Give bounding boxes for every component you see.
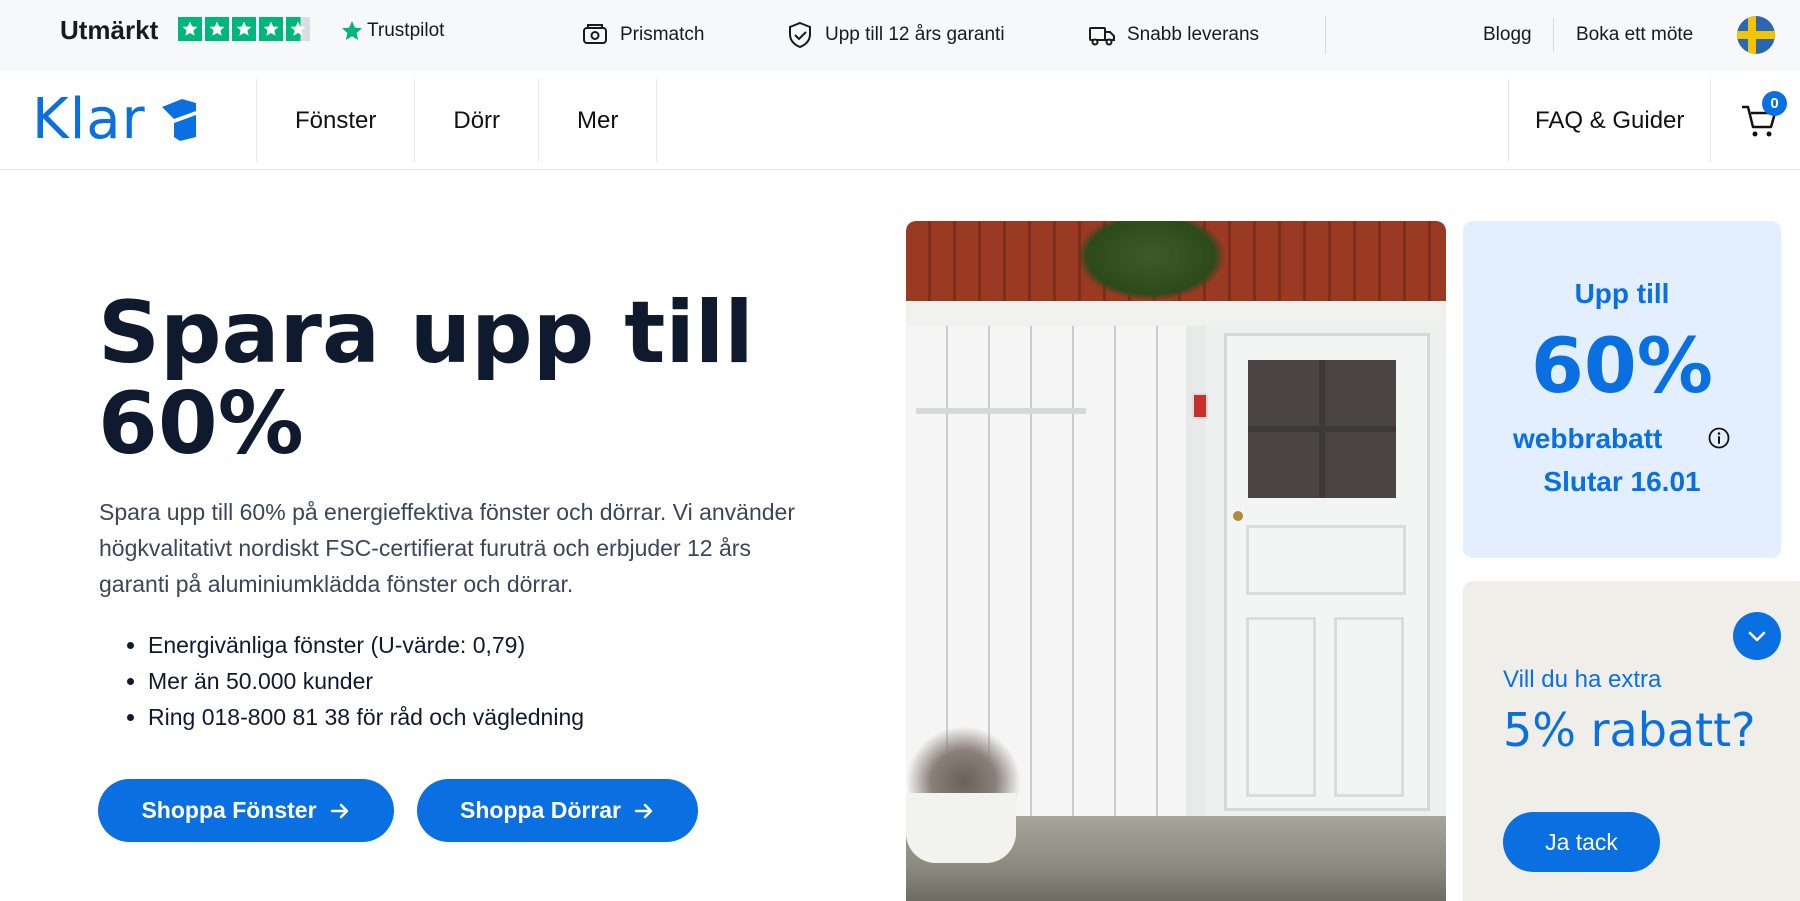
shop-windows-button[interactable]: Shoppa Fönster: [98, 779, 394, 842]
list-item: Mer än 50.000 kunder: [148, 663, 584, 699]
star-icon: [259, 17, 283, 41]
list-item: Energivänliga fönster (U-värde: 0,79): [148, 627, 584, 663]
promo-end-date: Slutar 16.01: [1543, 466, 1701, 497]
blog-link[interactable]: Blogg: [1483, 24, 1532, 46]
star-icon: [205, 17, 229, 41]
button-label: Shoppa Dörrar: [459, 797, 622, 823]
arrow-right-icon: [634, 803, 653, 818]
star-icon: [178, 17, 202, 41]
promo-percentage: 60%: [1531, 321, 1713, 410]
trustpilot-logo[interactable]: Trustpilot: [340, 19, 444, 43]
price-match-icon: [583, 24, 607, 44]
logo-text: Klar: [32, 87, 146, 152]
web-discount-card: Upp till 60% webbrabatt Slutar 16.01: [1463, 221, 1781, 558]
promo-line-1: Upp till: [1574, 278, 1670, 309]
logo[interactable]: Klar: [32, 87, 198, 152]
main-nav: Fönster Dörr Mer: [256, 79, 658, 162]
star-icon: [232, 17, 256, 41]
usp-label: Upp till 12 års garanti: [825, 24, 1005, 45]
promo-line-3: webbrabatt: [1513, 423, 1663, 454]
button-label: Shoppa Fönster: [141, 797, 317, 823]
usp-label: Prismatch: [620, 24, 705, 45]
nav-more[interactable]: Mer: [538, 79, 658, 162]
top-utility-bar: Utmärkt Trustpilot Prismatch Upp till 12…: [0, 0, 1800, 71]
shop-doors-button[interactable]: Shoppa Dörrar: [417, 779, 698, 842]
usp-warranty[interactable]: Upp till 12 års garanti: [785, 20, 1005, 50]
divider: [1553, 18, 1554, 52]
cart-count-badge: 0: [1762, 91, 1787, 116]
trustpilot-label: Trustpilot: [367, 20, 445, 41]
arrow-right-icon: [330, 803, 348, 818]
rating-label: Utmärkt: [60, 15, 159, 45]
main-header: Klar Fönster Dörr Mer FAQ & Guider 0: [0, 71, 1800, 170]
popup-headline: 5% rabatt?: [1503, 703, 1756, 757]
trustpilot-stars[interactable]: [178, 17, 310, 41]
nav-windows[interactable]: Fönster: [256, 79, 414, 162]
sweden-flag-icon[interactable]: [1737, 16, 1775, 54]
extra-discount-popup: Vill du ha extra 5% rabatt? Ja tack: [1463, 581, 1800, 901]
usp-label: Snabb leverans: [1127, 24, 1260, 45]
hero-image-white-door: [906, 221, 1446, 901]
usp-price-match[interactable]: Prismatch: [580, 20, 704, 50]
book-meeting-link[interactable]: Boka ett möte: [1576, 24, 1693, 46]
cart-button[interactable]: 0: [1740, 91, 1787, 141]
hero-title: Spara upp till 60%: [98, 283, 754, 474]
accept-discount-button[interactable]: Ja tack: [1503, 812, 1660, 872]
hero-benefit-list: Energivänliga fönster (U-värde: 0,79) Me…: [148, 627, 584, 735]
collapse-popup-button[interactable]: [1733, 612, 1781, 660]
half-star-icon: [286, 17, 310, 41]
shield-check-icon: [789, 21, 811, 49]
faq-guides-link[interactable]: FAQ & Guider: [1508, 79, 1712, 162]
divider: [1325, 16, 1326, 54]
chevron-down-icon: [1748, 631, 1766, 642]
trustpilot-star-icon: [342, 21, 362, 40]
logo-mark-icon: [161, 98, 196, 141]
popup-question: Vill du ha extra: [1503, 666, 1662, 693]
list-item: Ring 018-800 81 38 för råd och väglednin…: [148, 699, 584, 735]
info-icon[interactable]: [1707, 426, 1731, 450]
hero-description: Spara upp till 60% på energieffektiva fö…: [99, 499, 795, 597]
truck-icon: [1089, 27, 1115, 46]
usp-delivery[interactable]: Snabb leverans: [1087, 20, 1259, 50]
nav-doors[interactable]: Dörr: [414, 79, 538, 162]
